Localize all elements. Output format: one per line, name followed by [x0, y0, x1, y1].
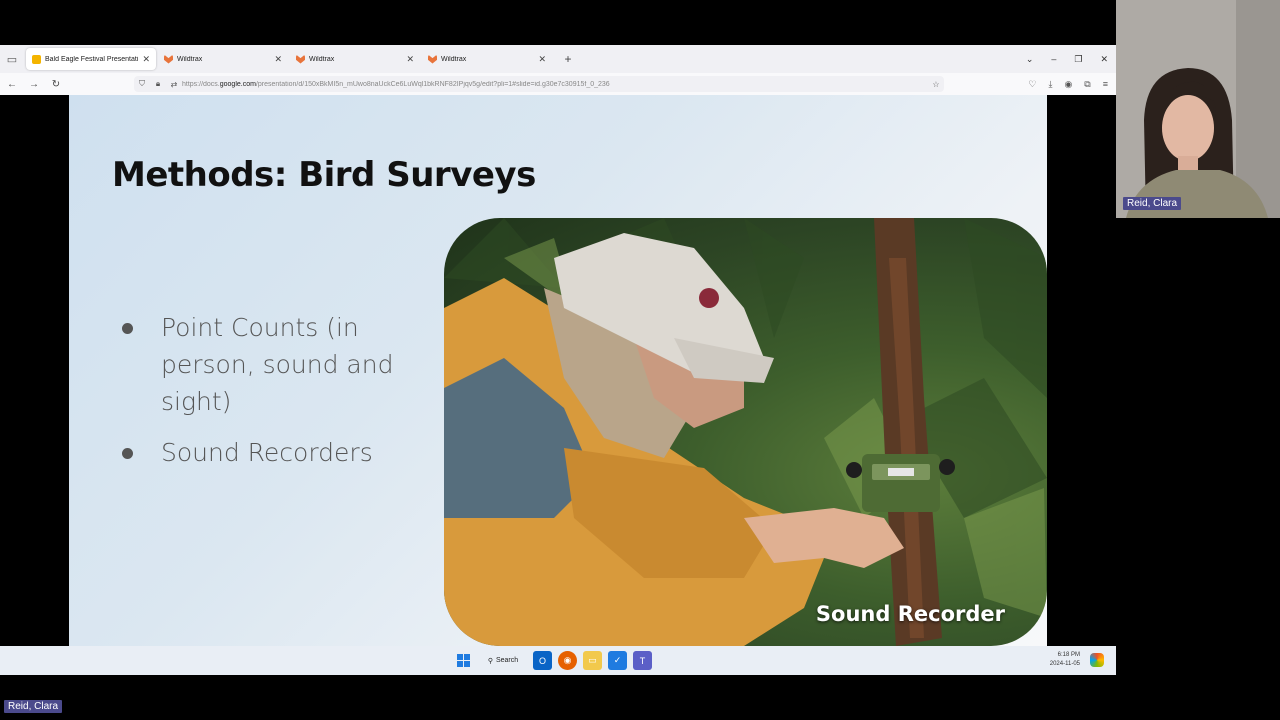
tab-list-icon[interactable]: ▭: [0, 45, 24, 73]
bullet-dot: [122, 323, 133, 334]
chevron-down-icon[interactable]: ⌄: [1026, 54, 1034, 65]
taskbar-apps: ⚲ Search O ◉ ▭ ✓ T: [454, 650, 652, 671]
outlook-icon[interactable]: O: [533, 651, 552, 670]
permissions-icon[interactable]: ⇄: [166, 80, 182, 89]
participant-name-tag: Reid, Clara: [1123, 197, 1182, 210]
back-icon[interactable]: ←: [2, 79, 22, 90]
slides-icon: [32, 54, 41, 64]
url-domain: google.com: [219, 80, 256, 88]
slide-title: Methods: Bird Surveys: [112, 155, 536, 195]
browser-tab-strip: ▭ Bald Eagle Festival Presentation ✕ Wil…: [0, 45, 1116, 73]
clock-date: 2024-11-05: [1049, 661, 1080, 667]
self-name-tag: Reid, Clara: [4, 700, 63, 713]
bullet-list: Point Counts (in person, sound and sight…: [119, 309, 399, 485]
shield-icon[interactable]: ⛉: [134, 79, 150, 89]
presentation-area: Methods: Bird Surveys Point Counts (in p…: [0, 95, 1116, 646]
window-controls: ⌄ – ❐ ✕: [1026, 45, 1108, 73]
participant-avatar: [1116, 0, 1280, 218]
slide: Methods: Bird Surveys Point Counts (in p…: [69, 95, 1047, 646]
shared-screen: ▭ Bald Eagle Festival Presentation ✕ Wil…: [0, 45, 1116, 675]
extensions-icon[interactable]: ⧉: [1084, 79, 1090, 90]
download-icon[interactable]: ⤓: [1048, 79, 1052, 90]
close-icon[interactable]: ✕: [274, 54, 282, 65]
bullet-text: Point Counts (in person, sound and sight…: [161, 313, 394, 416]
photo-caption: Sound Recorder: [815, 602, 1005, 626]
browser-navbar: ← → ↻ ⛉ 🔒︎ ⇄ https://docs.google.com/pre…: [0, 73, 1116, 95]
wildtrax-icon: [428, 54, 437, 64]
wildtrax-icon: [164, 54, 173, 64]
url-text[interactable]: https://docs.google.com/presentation/d/1…: [182, 81, 928, 88]
firefox-icon[interactable]: ◉: [558, 651, 577, 670]
close-icon[interactable]: ✕: [142, 54, 150, 65]
minimize-icon[interactable]: –: [1051, 54, 1056, 64]
new-tab-icon[interactable]: +: [558, 52, 578, 66]
pocket-icon[interactable]: ♡: [1028, 79, 1036, 90]
search-label: Search: [495, 657, 519, 664]
restore-icon[interactable]: ❐: [1074, 54, 1082, 65]
tab-presentation[interactable]: Bald Eagle Festival Presentation ✕: [26, 48, 156, 70]
copilot-icon[interactable]: [1090, 653, 1104, 667]
menu-icon[interactable]: ≡: [1103, 79, 1108, 89]
wildtrax-icon: [296, 54, 305, 64]
app-check-icon[interactable]: ✓: [608, 651, 627, 670]
tab-title: Bald Eagle Festival Presentation: [45, 55, 139, 63]
lock-icon[interactable]: 🔒︎: [150, 79, 166, 89]
taskbar-search[interactable]: ⚲ Search: [479, 651, 527, 670]
taskbar: ⚲ Search O ◉ ▭ ✓ T 6:18 PM 2024-11-05: [0, 646, 1116, 675]
reload-icon[interactable]: ↻: [46, 79, 66, 90]
field-photo: Sound Recorder: [444, 218, 1047, 646]
bullet-dot: [122, 448, 133, 459]
account-icon[interactable]: ◉: [1064, 79, 1072, 90]
bullet-item: Point Counts (in person, sound and sight…: [119, 309, 399, 420]
meeting-stage: ▭ Bald Eagle Festival Presentation ✕ Wil…: [0, 0, 1280, 720]
tab-title: Wildtrax: [177, 55, 203, 63]
photo-illustration: [444, 218, 1047, 646]
toolbar-right: ♡ ⤓ ◉ ⧉ ≡: [1028, 73, 1108, 95]
url-path: /presentation/d/150xBkMI5n_mUwo8naUckCe6…: [255, 80, 610, 88]
close-icon[interactable]: ✕: [406, 54, 414, 65]
bookmark-star-icon[interactable]: ☆: [928, 80, 944, 89]
bullet-text: Sound Recorders: [161, 438, 373, 467]
tab-title: Wildtrax: [309, 55, 335, 63]
windows-start-icon[interactable]: [454, 651, 473, 670]
teams-icon[interactable]: T: [633, 651, 652, 670]
tab-wildtrax-3[interactable]: Wildtrax ✕: [422, 48, 552, 70]
tab-wildtrax-2[interactable]: Wildtrax ✕: [290, 48, 420, 70]
close-icon[interactable]: ✕: [538, 54, 546, 65]
close-window-icon[interactable]: ✕: [1100, 54, 1108, 65]
tab-wildtrax-1[interactable]: Wildtrax ✕: [158, 48, 288, 70]
url-bar[interactable]: ⛉ 🔒︎ ⇄ https://docs.google.com/presentat…: [134, 76, 944, 92]
system-clock[interactable]: 6:18 PM 2024-11-05: [1050, 651, 1080, 669]
bullet-item: Sound Recorders: [119, 434, 399, 471]
search-icon: ⚲: [487, 657, 493, 665]
tab-title: Wildtrax: [441, 55, 467, 63]
forward-icon[interactable]: →: [24, 79, 44, 90]
file-explorer-icon[interactable]: ▭: [583, 651, 602, 670]
url-prefix: https://docs.: [182, 80, 220, 88]
clock-time: 6:18 PM: [1057, 652, 1080, 658]
participant-video[interactable]: Reid, Clara: [1116, 0, 1280, 218]
